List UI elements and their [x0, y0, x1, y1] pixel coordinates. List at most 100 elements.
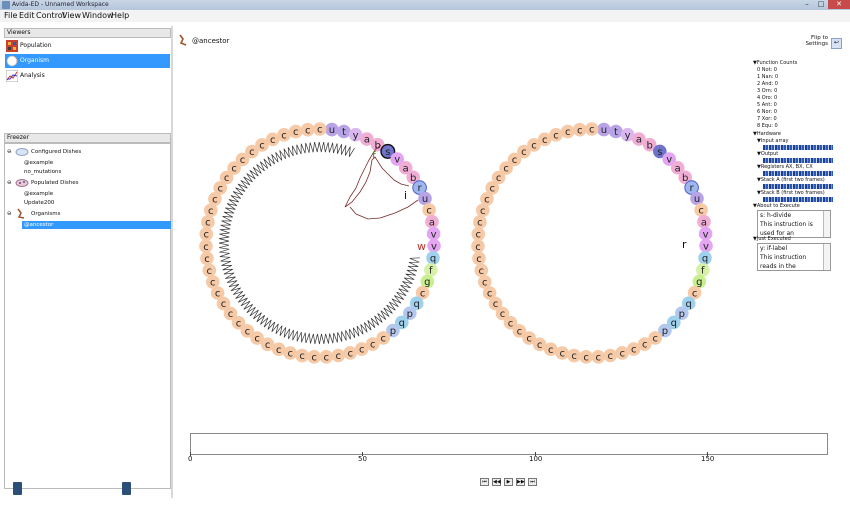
genome-instruction-label: c	[642, 340, 648, 351]
genome-instruction-label: c	[565, 127, 571, 138]
timeline-tick-label: 0	[188, 455, 193, 463]
genome-instruction-label: c	[215, 289, 221, 300]
genome-instruction-label: c	[217, 184, 223, 195]
end-button[interactable]: ⏭	[528, 478, 537, 486]
genome-instruction-label: c	[479, 266, 485, 277]
input-array-bits	[763, 145, 833, 150]
genome-instruction-label: c	[221, 299, 227, 310]
genome-instruction-label: v	[394, 155, 400, 166]
scrollbar[interactable]	[823, 211, 830, 237]
genome-instruction-label: a	[701, 217, 707, 228]
genome-instruction-label: c	[489, 184, 495, 195]
genome-instruction-label: c	[526, 334, 532, 345]
genome-instruction-label: c	[240, 155, 246, 166]
genome-instruction-label: c	[203, 242, 209, 253]
rewind-button[interactable]: ⏮	[480, 478, 489, 486]
genome-instruction-label: c	[476, 230, 482, 241]
genome-instruction-label: q	[414, 299, 420, 310]
genome-instruction-label: s	[385, 147, 390, 158]
genome-instruction-label: c	[370, 340, 376, 351]
genome-instruction-label: c	[475, 242, 481, 253]
genome-instruction-label: v	[703, 229, 709, 240]
genome-instruction-label: q	[399, 318, 405, 329]
genome-instruction-label: c	[210, 278, 216, 289]
genome-instruction-label: c	[484, 195, 490, 206]
genome-instruction-label: y	[625, 130, 631, 141]
genome-instruction-label: c	[487, 289, 493, 300]
genome-instruction-label: c	[212, 195, 218, 206]
function-count-row: 7 Xor: 0	[757, 116, 777, 122]
genome-instruction-label: c	[324, 352, 330, 363]
genome-ring-offspring: u t y absvabrucavvqfgcqpqpccccccccccccccccc…	[471, 122, 713, 364]
genome-instruction-label: c	[493, 299, 499, 310]
scrollbar[interactable]	[823, 244, 830, 270]
genome-instruction-label: a	[675, 163, 681, 174]
genome-instruction-label: c	[287, 349, 293, 360]
genome-instruction-label: v	[431, 229, 437, 240]
registers-label[interactable]: ▼Registers AX, BX, CX	[757, 164, 813, 170]
genome-ring-parent: u t y absvabrucavvqfgcqpqpccccccccccccccccc…	[199, 122, 441, 364]
timeline-slider[interactable]	[190, 433, 828, 455]
genome-instruction-label: c	[476, 254, 482, 265]
input-array-label[interactable]: ▼Input array	[757, 138, 789, 144]
annotation-w: w	[417, 240, 426, 253]
just-executed-title[interactable]: ▼Just Executed	[753, 236, 791, 242]
genome-instruction-label: q	[430, 254, 436, 265]
genome-instruction-label: c	[548, 345, 554, 356]
about-to-execute-box[interactable]: s: h-divide This instruction is used for…	[757, 210, 831, 238]
genome-instruction-label: c	[305, 125, 311, 136]
genome-instruction-label: c	[254, 334, 260, 345]
step-forward-button[interactable]: ▶▶	[516, 478, 525, 486]
genome-instruction-label: c	[293, 127, 299, 138]
just-executed-description: reads in the	[760, 263, 796, 270]
hardware-title[interactable]: ▼Hardware	[753, 131, 781, 137]
just-executed-box[interactable]: y: if-label This instruction reads in th…	[757, 243, 831, 271]
genome-instruction-label: q	[671, 318, 677, 329]
stack-a-label[interactable]: ▼Stack A (first two frames)	[757, 177, 825, 183]
genome-instruction-label: c	[265, 340, 271, 351]
registers-bits	[763, 171, 833, 176]
genome-instruction-label: a	[364, 135, 370, 146]
genome-instruction-label: c	[559, 349, 565, 360]
genome-instruction-label: c	[236, 318, 242, 329]
genome-instruction-label: c	[619, 349, 625, 360]
genome-instruction-label: c	[477, 218, 483, 229]
genome-instruction-label: c	[496, 173, 502, 184]
genome-instruction-label: v	[431, 241, 437, 252]
output-label[interactable]: ▼Output	[757, 151, 778, 157]
function-count-row: 3 Orn: 0	[757, 88, 778, 94]
function-count-row: 8 Equ: 0	[757, 123, 778, 129]
function-counts-title[interactable]: ▼Function Counts	[753, 60, 797, 66]
about-to-execute-text: s: h-divide	[760, 212, 792, 219]
genome-instruction-label: c	[692, 288, 698, 299]
step-back-button[interactable]: ◀◀	[492, 478, 501, 486]
parent-offspring-connector	[344, 144, 419, 220]
function-count-row: 1 Nan: 0	[757, 74, 779, 80]
genome-instruction-label: c	[521, 147, 527, 158]
genome-instruction-label: c	[537, 340, 543, 351]
genome-instruction-label: c	[503, 164, 509, 175]
genome-instruction-label: f	[429, 266, 433, 277]
genome-instruction-label: c	[249, 147, 255, 158]
genome-instruction-label: t	[614, 127, 618, 138]
function-count-row: 5 Ant: 0	[757, 102, 777, 108]
genome-instruction-label: b	[647, 140, 653, 151]
genome-instruction-label: p	[662, 326, 668, 337]
play-button[interactable]: ▶	[504, 478, 513, 486]
genome-instruction-label: c	[359, 345, 365, 356]
genome-instruction-label: u	[601, 125, 607, 136]
genome-instruction-label: c	[698, 206, 704, 217]
genome-instruction-label: c	[589, 125, 595, 136]
stack-a-bits	[763, 184, 833, 189]
genome-instruction-label: c	[631, 345, 637, 356]
annotation-r: r	[682, 238, 687, 251]
stack-b-label[interactable]: ▼Stack B (first two frames)	[757, 190, 825, 196]
genome-instruction-label: c	[571, 351, 577, 362]
genome-instruction-label: v	[703, 241, 709, 252]
output-bits	[763, 158, 833, 163]
genome-instruction-label: a	[636, 135, 642, 146]
about-to-execute-title[interactable]: ▼About to Execute	[753, 203, 800, 209]
timeline-tick-label: 50	[358, 455, 367, 463]
genome-instruction-label: t	[342, 127, 346, 138]
genome-instruction-label: c	[299, 351, 305, 362]
